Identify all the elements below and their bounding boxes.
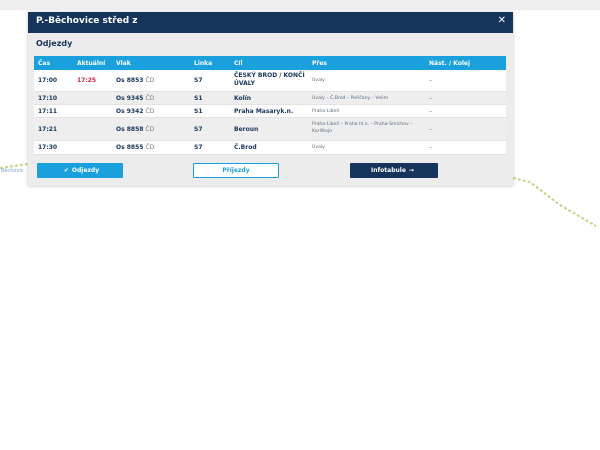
- table-row[interactable]: 17:30 Os 8855 ČD S7 Č.Brod Úvaly –: [34, 141, 506, 155]
- table-row[interactable]: 17:21 Os 8858 ČD S7 Beroun Praha-Libeň –…: [34, 118, 506, 141]
- modal-title: P.-Běchovice střed z: [36, 16, 138, 26]
- cell-destination: ČESKÝ BROD / KONČÍ ÚVALY: [234, 72, 305, 87]
- departures-button[interactable]: ✔ Odjezdy: [37, 163, 123, 178]
- table-row[interactable]: 17:11 Os 9342 ČD S1 Praha Masaryk.n. Pra…: [34, 105, 506, 118]
- cell-via: Úvaly: [312, 78, 325, 83]
- train-operator: ČD: [145, 144, 155, 151]
- departures-table: Čas Aktuální Vlak Linka Cíl Přes Nást. /…: [34, 56, 506, 155]
- cell-via: Praha-Libeň – Praha hl.n. – Praha-Smícho…: [312, 122, 413, 134]
- header-track: Nást. / Kolej: [429, 60, 471, 67]
- cell-destination: Kolín: [234, 95, 252, 102]
- cell-train[interactable]: Os 9345 ČD: [116, 95, 154, 102]
- table-header: Čas Aktuální Vlak Linka Cíl Přes Nást. /…: [34, 56, 506, 70]
- cell-time: 17:21: [38, 126, 58, 133]
- train-operator: ČD: [145, 126, 155, 133]
- train-operator: ČD: [145, 77, 155, 84]
- cell-track: –: [429, 126, 432, 133]
- cell-time: 17:30: [38, 144, 58, 151]
- cell-time: 17:00: [38, 77, 58, 84]
- train-number[interactable]: Os 8853: [116, 77, 143, 84]
- cell-time: 17:10: [38, 95, 58, 102]
- cell-destination: Beroun: [234, 126, 259, 133]
- departures-modal: P.-Běchovice střed z ✕ Odjezdy Čas Aktuá…: [28, 12, 513, 186]
- cell-train[interactable]: Os 8853 ČD: [116, 77, 154, 84]
- cell-track: –: [429, 144, 432, 151]
- cell-track: –: [429, 95, 432, 102]
- close-icon[interactable]: ✕: [498, 15, 506, 26]
- cell-actual: 17:25: [77, 77, 97, 84]
- cell-line: S1: [194, 108, 203, 115]
- table-row[interactable]: 17:10 Os 9345 ČD S1 Kolín Úvaly – Č.Brod…: [34, 92, 506, 105]
- modal-header: P.-Běchovice střed z ✕: [28, 12, 513, 33]
- train-number[interactable]: Os 9345: [116, 95, 143, 102]
- check-icon: ✔: [63, 167, 69, 174]
- arrivals-label: Příjezdy: [222, 167, 250, 174]
- cell-destination: Praha Masaryk.n.: [234, 108, 294, 115]
- infoboard-label: Infotabule: [371, 167, 406, 174]
- arrow-right-icon: →: [408, 167, 414, 174]
- header-time: Čas: [38, 60, 51, 67]
- cell-via: Úvaly: [312, 145, 325, 150]
- cell-line: S1: [194, 95, 203, 102]
- map-station-label[interactable]: Běchovic: [1, 168, 24, 174]
- header-destination: Cíl: [234, 60, 243, 67]
- header-train: Vlak: [116, 60, 131, 67]
- cell-train[interactable]: Os 8858 ČD: [116, 126, 154, 133]
- header-actual: Aktuální: [77, 60, 106, 67]
- cell-train[interactable]: Os 8855 ČD: [116, 144, 154, 151]
- arrivals-button[interactable]: Příjezdy: [193, 163, 279, 178]
- cell-via: Praha-Libeň: [312, 109, 340, 114]
- cell-time: 17:11: [38, 108, 58, 115]
- train-number[interactable]: Os 8855: [116, 144, 143, 151]
- header-via: Přes: [312, 60, 327, 67]
- infoboard-button[interactable]: Infotabule →: [350, 163, 438, 178]
- cell-train[interactable]: Os 9342 ČD: [116, 108, 154, 115]
- section-title: Odjezdy: [36, 39, 73, 48]
- train-operator: ČD: [145, 95, 155, 102]
- cell-line: S7: [194, 77, 203, 84]
- cell-line: S7: [194, 126, 203, 133]
- cell-destination: Č.Brod: [234, 144, 257, 151]
- cell-track: –: [429, 77, 432, 84]
- train-operator: ČD: [145, 108, 155, 115]
- table-row[interactable]: 17:00 17:25 Os 8853 ČD S7 ČESKÝ BROD / K…: [34, 70, 506, 92]
- header-line: Linka: [194, 60, 213, 67]
- cell-track: –: [429, 108, 432, 115]
- cell-via: Úvaly – Č.Brod – Pořičany – Velim: [312, 96, 389, 101]
- cell-line: S7: [194, 144, 203, 151]
- train-number[interactable]: Os 9342: [116, 108, 143, 115]
- train-number[interactable]: Os 8858: [116, 126, 143, 133]
- departures-label: Odjezdy: [71, 167, 100, 174]
